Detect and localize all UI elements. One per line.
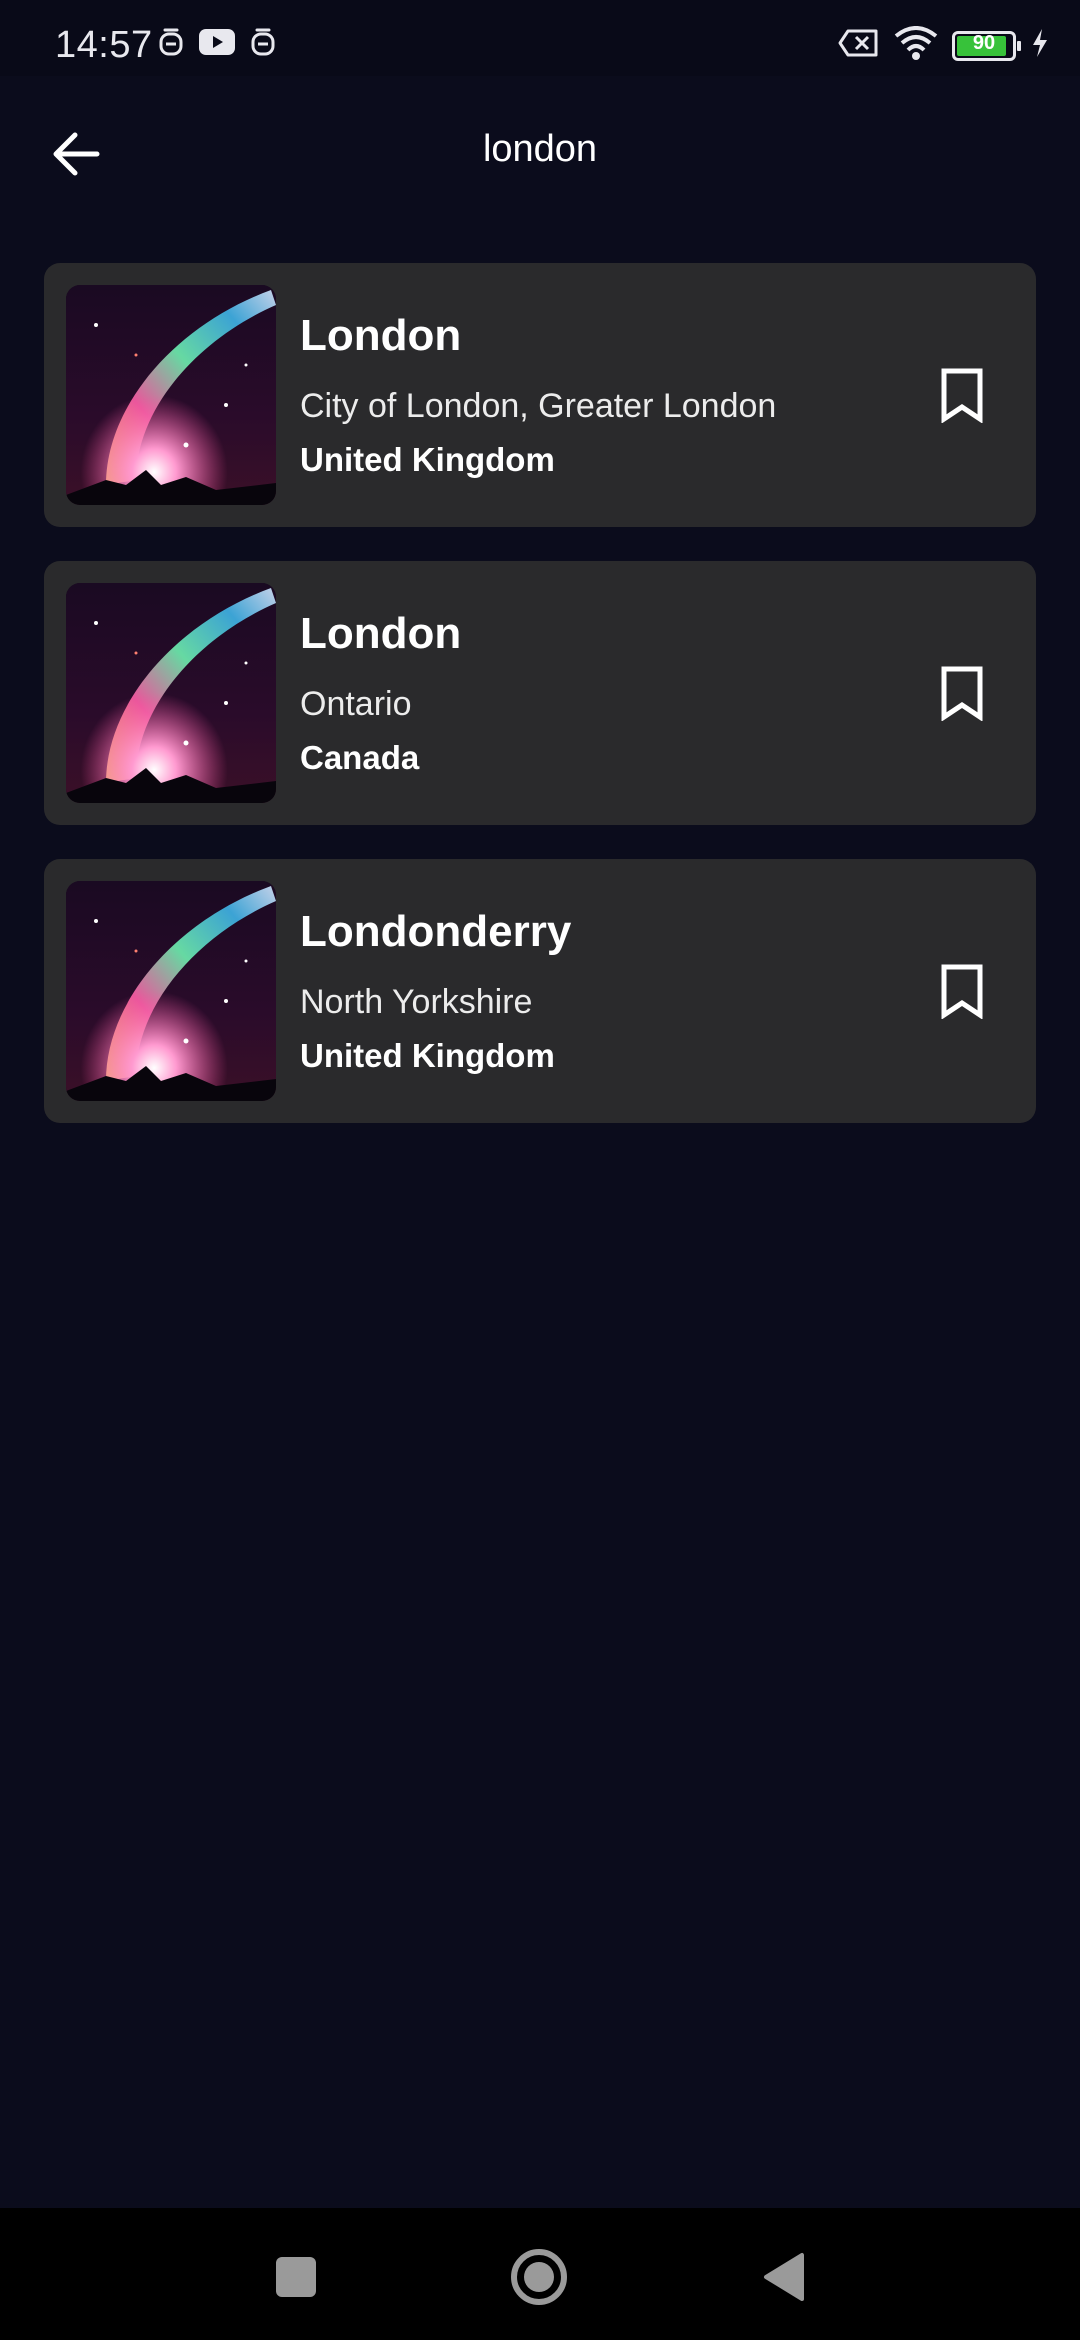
location-thumbnail	[66, 285, 276, 505]
bookmark-button[interactable]	[928, 355, 996, 435]
location-country: Canada	[300, 739, 420, 776]
battery-level: 90	[972, 31, 996, 54]
results-list: London City of London, Greater London Un…	[44, 263, 1036, 1157]
location-name: Londonderry	[300, 907, 572, 956]
bookmark-outline-icon	[941, 964, 983, 1019]
recents-icon	[276, 2257, 316, 2297]
result-card[interactable]: Londonderry North Yorkshire United Kingd…	[44, 859, 1036, 1123]
location-country: United Kingdom	[300, 441, 555, 478]
notification-icon	[158, 26, 184, 63]
back-nav-button[interactable]	[751, 2244, 817, 2310]
charging-icon	[1030, 28, 1050, 63]
location-thumbnail	[66, 583, 276, 803]
app-bar: london	[0, 76, 1080, 232]
page-title: london	[482, 128, 598, 170]
status-right-icons: 90	[838, 26, 1050, 65]
result-card[interactable]: London Ontario Canada	[44, 561, 1036, 825]
location-country: United Kingdom	[300, 1037, 555, 1074]
location-region: City of London, Greater London	[300, 387, 777, 425]
wifi-icon	[894, 26, 938, 65]
screen: 14:57 90 london London City of London, G…	[0, 0, 1080, 2340]
recents-button[interactable]	[263, 2244, 329, 2310]
system-nav-bar	[0, 2208, 1080, 2340]
location-name: London	[300, 311, 462, 360]
battery-tip	[1017, 40, 1021, 51]
location-region: Ontario	[300, 685, 412, 723]
result-card[interactable]: London City of London, Greater London Un…	[44, 263, 1036, 527]
location-thumbnail	[66, 881, 276, 1101]
back-triangle-icon	[764, 2253, 804, 2301]
youtube-icon	[198, 27, 236, 62]
location-name: London	[300, 609, 462, 658]
bookmark-button[interactable]	[928, 951, 996, 1031]
bookmark-button[interactable]	[928, 653, 996, 733]
bookmark-outline-icon	[941, 368, 983, 423]
home-button[interactable]	[506, 2244, 572, 2310]
location-region: North Yorkshire	[300, 983, 533, 1021]
status-left-icons	[158, 26, 276, 63]
bookmark-outline-icon	[941, 666, 983, 721]
status-time: 14:57	[55, 24, 153, 66]
no-sim-icon	[838, 28, 880, 63]
battery-icon: 90	[952, 30, 1021, 61]
notification-icon	[250, 26, 276, 63]
status-bar: 14:57 90	[0, 0, 1080, 76]
home-icon	[511, 2249, 567, 2305]
